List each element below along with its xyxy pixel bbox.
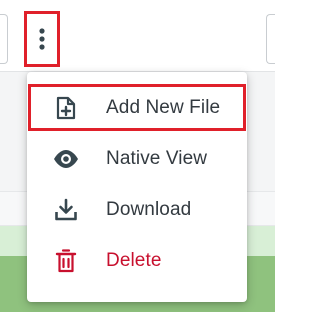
menu-item-label: Native View [106,147,208,169]
trash-icon [53,248,79,274]
menu-item-native-view[interactable]: Native View [27,133,247,184]
file-plus-icon [53,95,79,121]
more-vertical-icon [39,28,45,50]
menu-item-download[interactable]: Download [27,184,247,235]
menu-item-label: Add New File [106,96,221,118]
more-options-button[interactable] [24,11,60,67]
options-menu: Add New File Native View Download Delete [27,72,247,302]
menu-item-label: Download [106,198,192,220]
menu-item-delete[interactable]: Delete [27,235,247,286]
menu-item-add-new-file[interactable]: Add New File [27,82,247,133]
previous-control[interactable] [0,14,8,64]
page: Add New File Native View Download Delete [0,0,275,312]
eye-icon [53,146,79,172]
next-control[interactable] [266,14,275,64]
menu-item-label: Delete [106,249,162,271]
toolbar [0,0,275,72]
download-icon [53,197,79,223]
